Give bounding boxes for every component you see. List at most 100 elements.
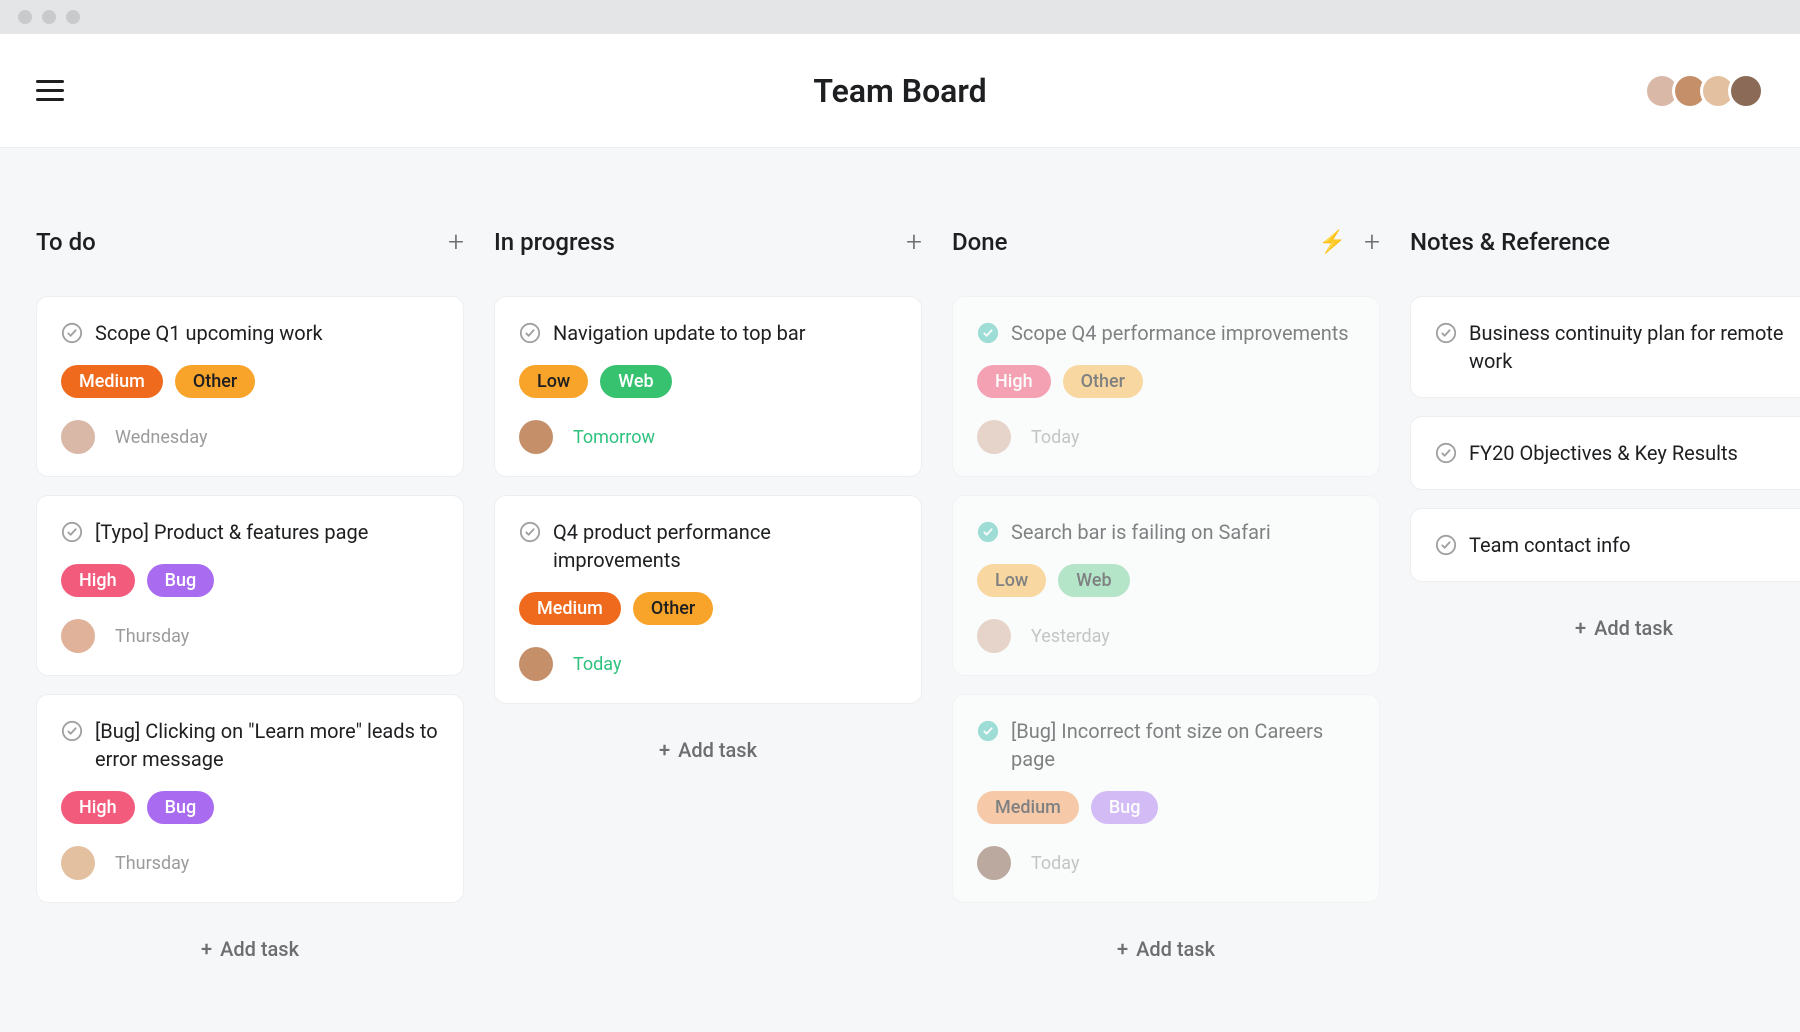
tag[interactable]: High — [61, 791, 135, 824]
check-open-icon[interactable] — [61, 322, 83, 344]
check-open-icon[interactable] — [1435, 534, 1457, 556]
tag-row: Medium Other — [61, 365, 439, 398]
tag[interactable]: Bug — [1091, 791, 1159, 824]
due-date: Today — [573, 654, 621, 675]
check-open-icon[interactable] — [1435, 322, 1457, 344]
column-title: In progress — [494, 228, 615, 256]
task-title: [Typo] Product & features page — [95, 518, 368, 546]
assignee-avatar[interactable] — [519, 647, 553, 681]
add-task-label: Add task — [678, 738, 757, 762]
task-card[interactable]: Navigation update to top bar LowWeb Tomo… — [494, 296, 922, 477]
card-footer: Thursday — [61, 619, 439, 653]
plus-icon: + — [1575, 616, 1586, 640]
task-card[interactable]: [Bug] Incorrect font size on Careers pag… — [952, 694, 1380, 903]
check-done-icon[interactable] — [977, 521, 999, 543]
tag[interactable]: Bug — [147, 564, 215, 597]
column-title: To do — [36, 228, 96, 256]
tag[interactable]: Other — [633, 592, 713, 625]
check-open-icon[interactable] — [519, 322, 541, 344]
task-card[interactable]: Business continuity plan for remote work — [1410, 296, 1800, 398]
menu-icon[interactable] — [36, 80, 64, 101]
tag-row: Medium Other — [519, 592, 897, 625]
tag[interactable]: Medium — [977, 791, 1079, 824]
tag[interactable]: Bug — [147, 791, 215, 824]
task-title: Scope Q1 upcoming work — [95, 319, 323, 347]
task-card[interactable]: [Bug] Clicking on "Learn more" leads to … — [36, 694, 464, 903]
tag[interactable]: Medium — [61, 365, 163, 398]
check-done-icon[interactable] — [977, 720, 999, 742]
task-card[interactable]: Q4 product performance improvements Medi… — [494, 495, 922, 704]
card-footer: Yesterday — [977, 619, 1355, 653]
assignee-avatar[interactable] — [519, 420, 553, 454]
tag[interactable]: Other — [1063, 365, 1143, 398]
tag[interactable]: High — [61, 564, 135, 597]
task-card[interactable]: Search bar is failing on Safari Low Web Y… — [952, 495, 1380, 676]
column-title: Notes & Reference — [1410, 228, 1610, 256]
column: To do + Scope Q1 upcoming work Medium Oth… — [36, 228, 464, 977]
assignee-avatar[interactable] — [61, 846, 95, 880]
assignee-avatar[interactable] — [977, 420, 1011, 454]
column-header: Done ⚡ + — [952, 228, 1380, 256]
column-title: Done — [952, 228, 1008, 256]
task-card[interactable]: Scope Q4 performance improvements High Ot… — [952, 296, 1380, 477]
due-date: Thursday — [115, 626, 189, 647]
traffic-light-min[interactable] — [42, 10, 56, 24]
add-task-label: Add task — [1594, 616, 1673, 640]
plus-icon: + — [659, 738, 670, 762]
column-header: To do + — [36, 228, 464, 256]
check-done-icon[interactable] — [977, 322, 999, 344]
task-title: [Bug] Incorrect font size on Careers pag… — [1011, 717, 1355, 773]
plus-icon: + — [1117, 937, 1128, 961]
assignee-avatar[interactable] — [977, 619, 1011, 653]
due-date: Thursday — [115, 853, 189, 874]
avatar[interactable] — [1728, 73, 1764, 109]
column: In progress + Navigation update to top b… — [494, 228, 922, 977]
add-task-button[interactable]: + Add task — [494, 722, 922, 778]
task-title: Navigation update to top bar — [553, 319, 806, 347]
task-title: Scope Q4 performance improvements — [1011, 319, 1349, 347]
traffic-light-close[interactable] — [18, 10, 32, 24]
board: To do + Scope Q1 upcoming work Medium Oth… — [0, 148, 1800, 977]
add-task-button[interactable]: + Add task — [1410, 600, 1800, 656]
add-task-label: Add task — [1136, 937, 1215, 961]
check-open-icon[interactable] — [61, 521, 83, 543]
check-open-icon[interactable] — [519, 521, 541, 543]
page-title: Team Board — [813, 72, 986, 110]
assignee-avatar[interactable] — [977, 846, 1011, 880]
tag[interactable]: Low — [519, 365, 588, 398]
check-open-icon[interactable] — [61, 720, 83, 742]
task-card[interactable]: Scope Q1 upcoming work Medium Other Wedne… — [36, 296, 464, 477]
add-column-task-icon[interactable]: + — [906, 228, 922, 256]
tag[interactable]: Low — [977, 564, 1046, 597]
check-open-icon[interactable] — [1435, 442, 1457, 464]
due-date: Wednesday — [115, 427, 208, 448]
due-date: Today — [1031, 853, 1079, 874]
tag-row: Low Web — [519, 365, 897, 398]
task-card[interactable]: Team contact info — [1410, 508, 1800, 582]
assignee-avatar[interactable] — [61, 619, 95, 653]
task-card[interactable]: FY20 Objectives & Key Results — [1410, 416, 1800, 490]
add-task-button[interactable]: + Add task — [952, 921, 1380, 977]
tag[interactable]: Other — [175, 365, 255, 398]
task-title: Q4 product performance improvements — [553, 518, 897, 574]
lightning-icon[interactable]: ⚡ — [1319, 230, 1346, 255]
add-task-button[interactable]: +Add task — [36, 921, 464, 977]
add-column-task-icon[interactable]: + — [1364, 228, 1380, 256]
assignee-avatar[interactable] — [61, 420, 95, 454]
traffic-light-max[interactable] — [66, 10, 80, 24]
tag-row: High Bug — [61, 564, 439, 597]
tag[interactable]: Web — [1058, 564, 1129, 597]
column-header: Notes & Reference — [1410, 228, 1800, 256]
tag[interactable]: Web — [600, 365, 671, 398]
add-column-task-icon[interactable]: + — [448, 228, 464, 256]
column: Notes & Reference Business continuity pl… — [1410, 228, 1800, 977]
column-header: In progress + — [494, 228, 922, 256]
collaborator-list[interactable] — [1652, 73, 1764, 109]
tag[interactable]: Medium — [519, 592, 621, 625]
task-card[interactable]: [Typo] Product & features page High Bug T… — [36, 495, 464, 676]
card-footer: Today — [519, 647, 897, 681]
task-title: Business continuity plan for remote work — [1469, 319, 1800, 375]
tag-row: High Bug — [61, 791, 439, 824]
task-title: Search bar is failing on Safari — [1011, 518, 1271, 546]
tag[interactable]: High — [977, 365, 1051, 398]
